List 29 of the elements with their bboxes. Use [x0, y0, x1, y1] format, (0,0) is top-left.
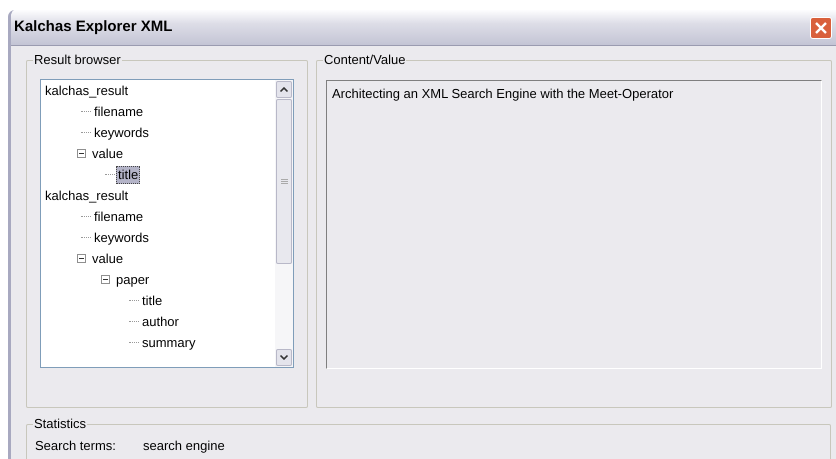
chevron-down-icon	[280, 355, 288, 360]
tree-item[interactable]: keywords	[92, 228, 151, 246]
search-terms-value: search engine	[143, 437, 225, 455]
content-value-field[interactable]: Architecting an XML Search Engine with the Meet-Operator	[326, 80, 822, 369]
collapse-icon[interactable]	[77, 254, 86, 263]
collapse-icon[interactable]	[77, 149, 86, 158]
search-terms-label: Search terms:	[35, 437, 117, 455]
close-icon	[815, 22, 827, 34]
tree-item[interactable]: kalchas_result	[43, 82, 130, 100]
tree-item[interactable]: filename	[92, 102, 146, 120]
scroll-up-button[interactable]	[276, 81, 292, 98]
collapse-icon[interactable]	[101, 275, 110, 284]
chevron-up-icon	[280, 87, 288, 92]
tree-item[interactable]: kalchas_result	[43, 186, 130, 204]
tree-item[interactable]: value	[90, 250, 126, 268]
window-title: Kalchas Explorer XML	[14, 17, 172, 38]
close-button[interactable]	[810, 16, 832, 38]
grip-icon	[280, 178, 288, 184]
tree-item[interactable]: keywords	[92, 124, 151, 142]
tree-item[interactable]: filename	[92, 208, 146, 226]
tree-item[interactable]: title	[116, 166, 140, 184]
scrollbar[interactable]	[275, 80, 293, 367]
scroll-down-button[interactable]	[276, 349, 292, 366]
scroll-thumb[interactable]	[276, 99, 292, 264]
tree-item[interactable]: value	[90, 144, 126, 162]
tree-item[interactable]: paper	[114, 270, 152, 288]
tree-item[interactable]: author	[140, 312, 181, 330]
tree-item[interactable]: title	[140, 292, 164, 310]
tree-item[interactable]: summary	[140, 334, 198, 352]
